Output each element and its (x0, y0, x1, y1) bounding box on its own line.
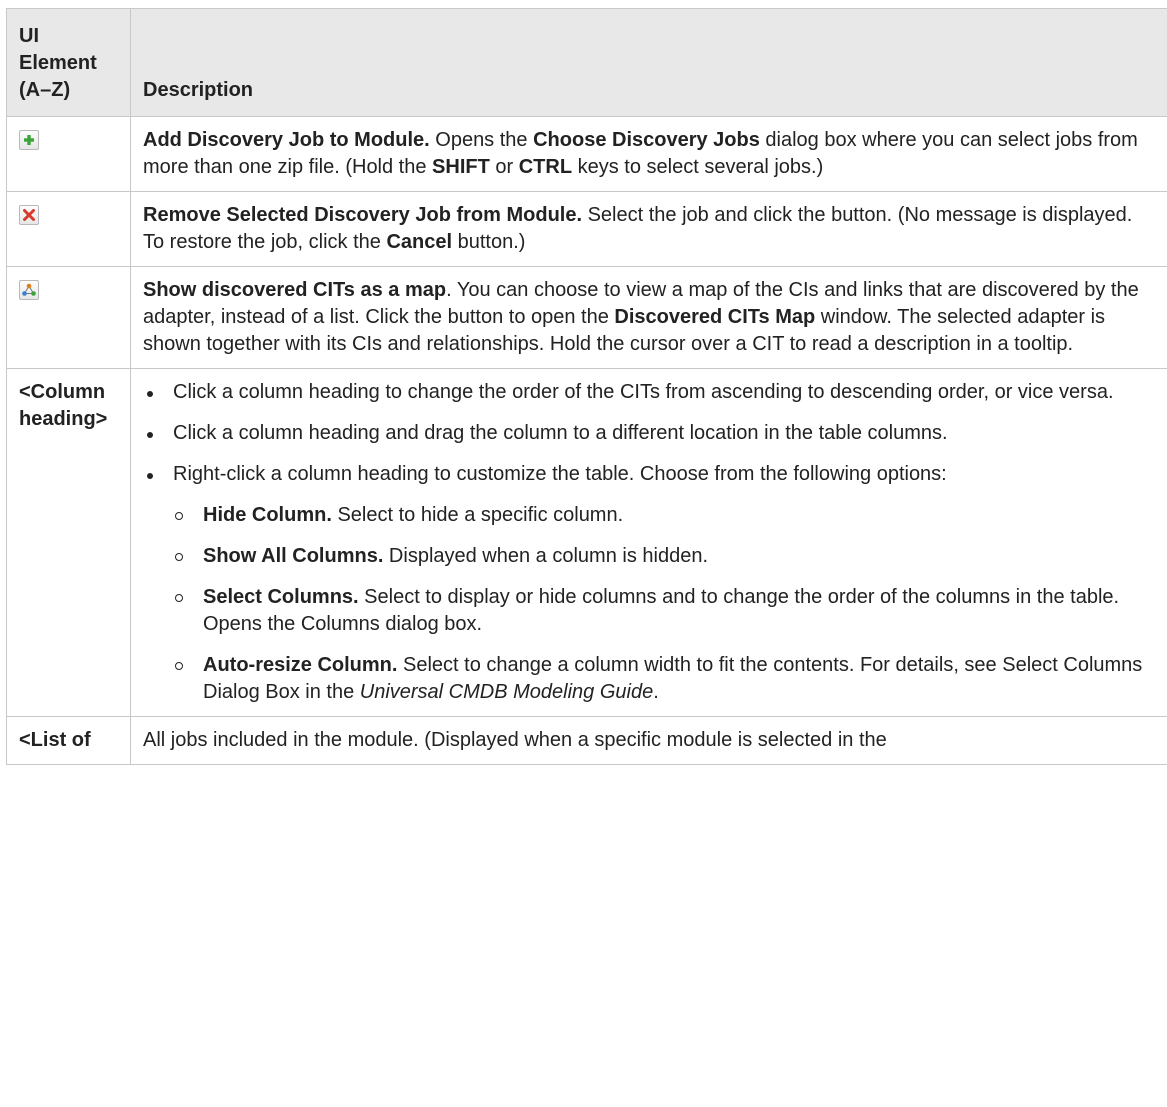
description-cell: All jobs included in the module. (Displa… (130, 716, 1167, 765)
element-cell (6, 191, 131, 267)
list-item: Right-click a column heading to customiz… (143, 461, 1156, 706)
remove-red-x-icon (19, 205, 39, 225)
description-cell: Click a column heading to change the ord… (130, 368, 1167, 717)
list-item: Click a column heading and drag the colu… (143, 420, 1156, 447)
sub-list: Hide Column. Select to hide a specific c… (173, 502, 1156, 706)
header-ui-element: UI Element (A–Z) (6, 8, 131, 117)
element-label: <List of (6, 716, 131, 765)
element-label: <Column heading> (6, 368, 131, 717)
sub-list-item: Select Columns. Select to display or hid… (173, 584, 1156, 638)
guide-link-text: Universal CMDB Modeling Guide (359, 681, 654, 703)
bullet-list: Click a column heading to change the ord… (143, 379, 1156, 706)
sub-list-item: Auto-resize Column. Select to change a c… (173, 652, 1156, 706)
sub-list-item: Show All Columns. Displayed when a colum… (173, 543, 1156, 570)
description-cell: Remove Selected Discovery Job from Modul… (130, 191, 1167, 267)
element-cell (6, 116, 131, 192)
row-title: Show discovered CITs as a map (143, 279, 447, 301)
description-cell: Add Discovery Job to Module. Opens the C… (130, 116, 1167, 192)
table-row: Show discovered CITs as a map. You can c… (6, 266, 1167, 369)
table-header-row: UI Element (A–Z) Description (6, 8, 1167, 117)
cit-map-icon (19, 280, 39, 300)
table-row: Add Discovery Job to Module. Opens the C… (6, 116, 1167, 192)
list-item: Click a column heading to change the ord… (143, 379, 1156, 406)
sub-list-item: Hide Column. Select to hide a specific c… (173, 502, 1156, 529)
add-green-plus-icon (19, 130, 39, 150)
table-row: <Column heading> Click a column heading … (6, 368, 1167, 717)
row-title: Add Discovery Job to Module. (143, 129, 430, 151)
table-row: <List of All jobs included in the module… (6, 716, 1167, 765)
description-cell: Show discovered CITs as a map. You can c… (130, 266, 1167, 369)
header-description: Description (130, 8, 1167, 117)
row-title: Remove Selected Discovery Job from Modul… (143, 204, 583, 226)
element-cell (6, 266, 131, 369)
table-row: Remove Selected Discovery Job from Modul… (6, 191, 1167, 267)
ui-element-table: UI Element (A–Z) Description Add Discove… (6, 8, 1167, 765)
